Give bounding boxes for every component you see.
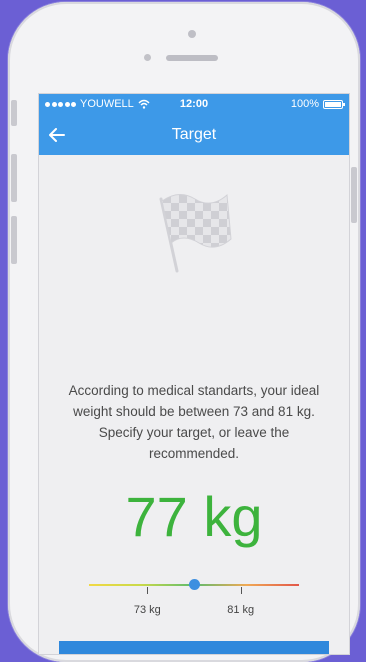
camera-dot [188,30,196,38]
tick-mark-min [147,587,149,594]
tick-label-min: 73 kg [133,604,161,616]
volume-down-button [11,216,17,264]
save-button[interactable]: Save [59,641,329,654]
volume-up-button [11,154,17,202]
battery-percent: 100% [290,98,319,110]
recommendation-text: According to medical standarts, your ide… [68,383,320,461]
checkered-flag-icon [159,193,232,273]
app-screen: YOUWELL 12:00 100% Target According to m… [39,94,349,654]
power-button [351,167,357,223]
front-camera [144,54,151,61]
tick-label-max: 81 kg [227,604,255,616]
earpiece-speaker [166,55,218,61]
slider-thumb[interactable] [188,579,200,590]
battery-icon [323,99,345,109]
page-title: Target [171,126,217,143]
nav-bar: Target [39,115,349,155]
tick-mark-max [240,587,242,594]
target-weight-value: 77 kg [125,485,263,548]
status-right: 100% [290,98,345,110]
mute-switch [11,100,17,126]
weight-slider[interactable] [89,576,299,596]
status-bar: YOUWELL 12:00 100% [39,94,349,115]
phone-frame: YOUWELL 12:00 100% Target According to m… [8,2,360,662]
